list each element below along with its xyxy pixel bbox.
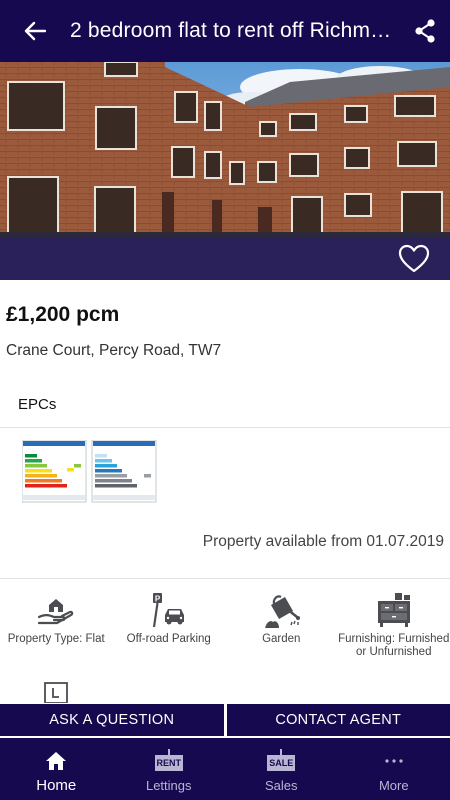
house-in-hand-icon bbox=[38, 599, 74, 625]
property-photo[interactable] bbox=[0, 62, 450, 280]
divider bbox=[0, 578, 450, 579]
sale-sign-icon: SALE bbox=[267, 749, 296, 773]
nav-sales[interactable]: SALE Sales bbox=[225, 738, 338, 800]
ask-question-button[interactable]: ASK A QUESTION bbox=[0, 704, 224, 736]
feature-label: Off-road Parking bbox=[126, 633, 211, 645]
rent-sign-label: RENT bbox=[154, 755, 183, 771]
energy-efficiency-chart[interactable] bbox=[22, 440, 87, 503]
app-bar: 2 bedroom flat to rent off Richmond Road bbox=[0, 0, 450, 62]
feature-garden: Garden bbox=[225, 590, 338, 659]
back-arrow-icon bbox=[24, 21, 46, 41]
letting-sign-icon bbox=[44, 682, 68, 703]
features-grid: Property Type: Flat P Off-road Parking G… bbox=[0, 590, 450, 659]
address: Crane Court, Percy Road, TW7 bbox=[6, 342, 222, 359]
more-dots-icon bbox=[385, 759, 403, 763]
furniture-icon bbox=[377, 593, 410, 627]
page-title: 2 bedroom flat to rent off Richmond Road bbox=[70, 19, 400, 42]
epcs-section-header: EPCs bbox=[0, 384, 450, 428]
parking-car-icon: P bbox=[152, 593, 184, 628]
svg-text:P: P bbox=[155, 595, 161, 604]
environmental-impact-chart[interactable] bbox=[91, 440, 157, 503]
property-photo-illustration bbox=[0, 62, 450, 280]
epc-chart-thumbnails[interactable] bbox=[22, 440, 162, 504]
back-button[interactable] bbox=[0, 0, 70, 62]
feature-label: Furnishing: Furnished or Unfurnished bbox=[338, 633, 450, 658]
nav-sales-label: Sales bbox=[264, 778, 298, 793]
nav-lettings-label: Lettings bbox=[145, 778, 192, 793]
nav-home[interactable]: Home bbox=[0, 738, 113, 800]
bottom-navigation: Home RENT Lettings SALE Sales More bbox=[0, 738, 450, 800]
availability-date: Property available from 01.07.2019 bbox=[202, 533, 444, 550]
rent-sign-icon: RENT bbox=[154, 749, 183, 773]
nav-home-label: Home bbox=[36, 777, 77, 794]
nav-more-label: More bbox=[378, 778, 409, 793]
share-icon bbox=[415, 19, 435, 43]
feature-property-type: Property Type: Flat bbox=[0, 590, 113, 659]
nav-lettings[interactable]: RENT Lettings bbox=[113, 738, 226, 800]
home-icon bbox=[46, 752, 67, 770]
epcs-label: EPCs bbox=[18, 396, 57, 413]
favourite-icon[interactable] bbox=[398, 244, 430, 274]
nav-more[interactable]: More bbox=[338, 738, 450, 800]
feature-furnishing: Furnishing: Furnished or Unfurnished bbox=[338, 590, 450, 659]
sale-sign-label: SALE bbox=[267, 755, 296, 771]
feature-label: Garden bbox=[262, 633, 301, 645]
contact-agent-button[interactable]: CONTACT AGENT bbox=[226, 704, 450, 736]
share-button[interactable] bbox=[400, 0, 450, 62]
feature-label: Property Type: Flat bbox=[7, 633, 105, 645]
feature-parking: P Off-road Parking bbox=[113, 590, 226, 659]
action-bar: ASK A QUESTION CONTACT AGENT bbox=[0, 704, 450, 736]
watering-can-icon bbox=[265, 595, 301, 628]
price: £1,200 pcm bbox=[6, 303, 120, 326]
